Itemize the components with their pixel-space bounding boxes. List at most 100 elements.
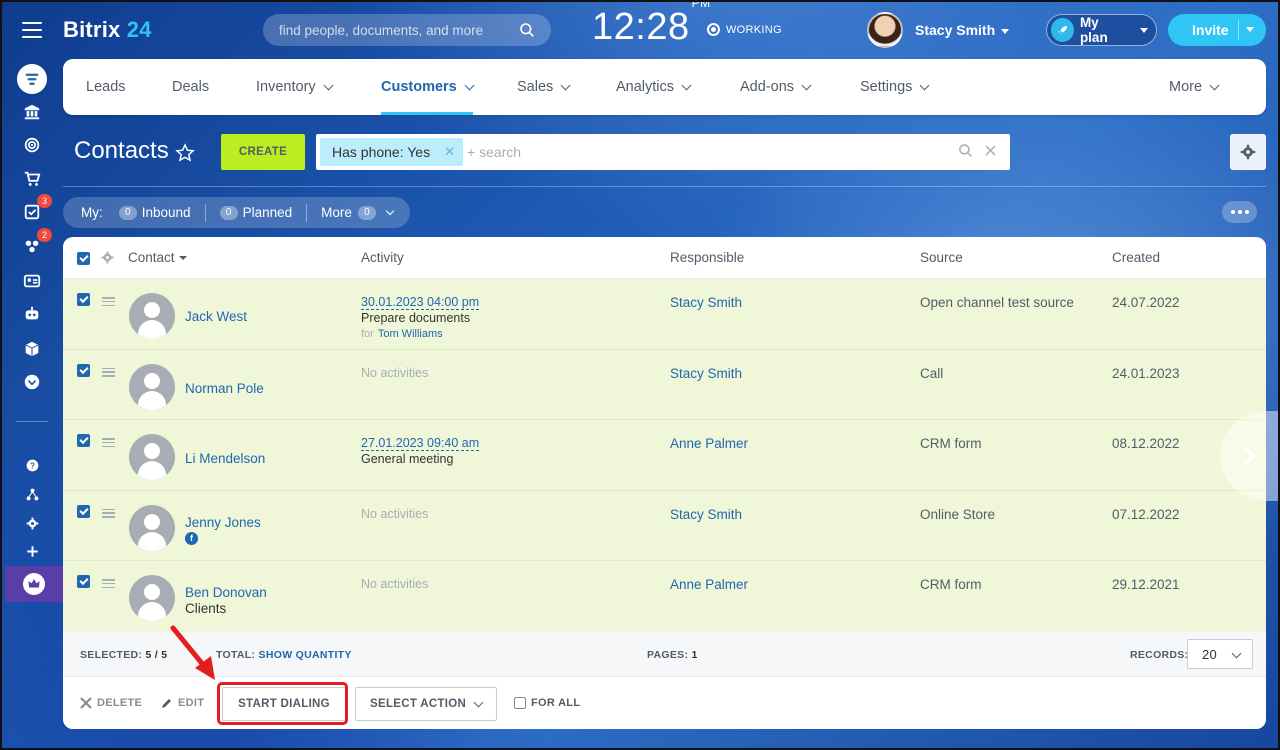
settings-icon[interactable] bbox=[22, 513, 42, 533]
drag-handle-icon[interactable] bbox=[102, 438, 115, 447]
contact-avatar bbox=[129, 363, 175, 410]
row-checkbox[interactable] bbox=[77, 504, 90, 518]
contact-card-icon[interactable] bbox=[18, 267, 46, 295]
tab-sales[interactable]: Sales bbox=[517, 59, 571, 115]
search-icon[interactable] bbox=[958, 143, 973, 158]
responsible-link[interactable]: Anne Palmer bbox=[670, 436, 748, 451]
tab-more[interactable]: More bbox=[1169, 59, 1220, 115]
table-row[interactable]: Jenny Jones f No activities Stacy Smith … bbox=[63, 491, 1266, 561]
robot-icon[interactable] bbox=[18, 300, 46, 328]
global-search-input[interactable]: find people, documents, and more bbox=[263, 14, 551, 46]
selected-count: 5 / 5 bbox=[145, 649, 168, 661]
counter-inbound[interactable]: 0 Inbound bbox=[109, 204, 205, 222]
activity-text: General meeting bbox=[361, 452, 454, 466]
row-checkbox[interactable] bbox=[77, 575, 90, 588]
chip-close-icon[interactable]: ✕ bbox=[444, 144, 455, 160]
chevron-down-icon[interactable] bbox=[1246, 27, 1254, 32]
crm-filter-icon[interactable] bbox=[17, 64, 47, 94]
responsible-link[interactable]: Anne Palmer bbox=[670, 577, 748, 592]
table-row[interactable]: Li Mendelson 27.01.2023 09:40 am General… bbox=[63, 420, 1266, 491]
source-value: Open channel test source bbox=[920, 295, 1074, 310]
table-row[interactable]: Norman Pole No activities Stacy Smith Ca… bbox=[63, 350, 1266, 420]
contact-name[interactable]: Ben Donovan bbox=[185, 585, 267, 600]
box-icon[interactable] bbox=[18, 335, 46, 363]
help-icon[interactable]: ? bbox=[22, 455, 42, 475]
activity-for-link[interactable]: Tom Williams bbox=[378, 328, 443, 340]
rocket-icon bbox=[1051, 18, 1074, 42]
create-button[interactable]: CREATE bbox=[221, 134, 305, 170]
drag-handle-icon[interactable] bbox=[102, 579, 115, 588]
activity-date[interactable]: 27.01.2023 09:40 am bbox=[361, 436, 480, 451]
for-all-checkbox[interactable]: FOR ALL bbox=[514, 697, 580, 709]
select-all-checkbox[interactable] bbox=[77, 252, 90, 265]
row-checkbox[interactable] bbox=[77, 293, 90, 306]
tab-add-ons[interactable]: Add-ons bbox=[740, 59, 812, 115]
row-checkbox[interactable] bbox=[77, 363, 90, 377]
target-icon[interactable] bbox=[18, 131, 46, 159]
drag-handle-icon[interactable] bbox=[102, 508, 115, 518]
avatar bbox=[867, 12, 903, 48]
sidebar-divider bbox=[16, 421, 48, 422]
tab-analytics[interactable]: Analytics bbox=[616, 59, 692, 115]
invite-button[interactable]: Invite bbox=[1168, 14, 1266, 46]
my-plan-button[interactable]: My plan bbox=[1046, 14, 1157, 46]
menu-icon[interactable] bbox=[22, 22, 42, 38]
drag-handle-icon[interactable] bbox=[102, 367, 115, 377]
contact-name[interactable]: Li Mendelson bbox=[185, 451, 265, 466]
column-contact[interactable]: Contact bbox=[128, 250, 187, 265]
tab-inventory[interactable]: Inventory bbox=[256, 59, 334, 115]
clock[interactable]: 12:28PM bbox=[592, 0, 711, 49]
table-row[interactable]: Jack West 30.01.2023 04:00 pm Prepare do… bbox=[63, 279, 1266, 350]
records-select[interactable]: 20 bbox=[1187, 639, 1253, 669]
column-source[interactable]: Source bbox=[920, 250, 963, 265]
gear-icon[interactable] bbox=[101, 251, 114, 267]
show-quantity-link[interactable]: SHOW QUANTITY bbox=[259, 649, 352, 661]
svg-text:?: ? bbox=[30, 461, 35, 470]
app-logo[interactable]: Bitrix 24 bbox=[63, 17, 152, 43]
tab-deals[interactable]: Deals bbox=[172, 59, 209, 115]
groups-icon[interactable]: 2 bbox=[18, 228, 52, 260]
contact-name[interactable]: Jack West bbox=[185, 309, 247, 324]
column-created[interactable]: Created bbox=[1112, 250, 1160, 265]
activity-for: for Tom Williams bbox=[361, 328, 443, 340]
filter-chip[interactable]: Has phone: Yes ✕ bbox=[320, 138, 463, 166]
plus-icon[interactable] bbox=[22, 541, 42, 561]
work-status[interactable]: WORKING bbox=[707, 23, 782, 36]
counter-planned[interactable]: 0 Planned bbox=[204, 203, 307, 222]
responsible-link[interactable]: Stacy Smith bbox=[670, 366, 742, 381]
tasks-icon[interactable]: 3 bbox=[18, 194, 52, 226]
tab-settings[interactable]: Settings bbox=[860, 59, 930, 115]
star-icon[interactable] bbox=[175, 143, 195, 163]
more-options-button[interactable] bbox=[1222, 201, 1257, 223]
start-dialing-button[interactable]: START DIALING bbox=[222, 687, 346, 721]
drag-handle-icon[interactable] bbox=[102, 297, 115, 306]
cart-icon[interactable] bbox=[18, 165, 46, 193]
activity-date[interactable]: 30.01.2023 04:00 pm bbox=[361, 295, 480, 310]
filter-search-input[interactable]: Has phone: Yes ✕ + search bbox=[316, 134, 1010, 170]
tab-leads[interactable]: Leads bbox=[86, 59, 126, 115]
counter-more[interactable]: More 0 bbox=[306, 203, 407, 222]
responsible-link[interactable]: Stacy Smith bbox=[670, 295, 742, 310]
more-down-icon[interactable] bbox=[18, 368, 46, 396]
search-placeholder: find people, documents, and more bbox=[279, 22, 484, 38]
sitemap-icon[interactable] bbox=[22, 484, 42, 504]
contact-name[interactable]: Norman Pole bbox=[185, 381, 264, 396]
filter-search-placeholder: + search bbox=[467, 144, 522, 160]
responsible-link[interactable]: Stacy Smith bbox=[670, 507, 742, 522]
tab-customers[interactable]: Customers bbox=[381, 59, 475, 115]
grid-settings-button[interactable] bbox=[1230, 134, 1266, 170]
contact-subtitle: Clients bbox=[185, 601, 227, 616]
table-row[interactable]: Ben Donovan Clients No activities Anne P… bbox=[63, 561, 1266, 632]
select-action-dropdown[interactable]: SELECT ACTION bbox=[355, 687, 497, 721]
user-menu[interactable]: Stacy Smith bbox=[867, 12, 1010, 48]
records-label: RECORDS: bbox=[1130, 649, 1189, 661]
column-activity[interactable]: Activity bbox=[361, 250, 404, 265]
clear-icon[interactable] bbox=[983, 143, 998, 158]
delete-button[interactable]: DELETE bbox=[80, 697, 142, 709]
bank-icon[interactable] bbox=[18, 98, 46, 126]
contact-name[interactable]: Jenny Jones bbox=[185, 515, 261, 530]
column-responsible[interactable]: Responsible bbox=[670, 250, 744, 265]
edit-button[interactable]: EDIT bbox=[161, 697, 204, 709]
row-checkbox[interactable] bbox=[77, 434, 90, 447]
crown-icon[interactable] bbox=[5, 566, 63, 602]
